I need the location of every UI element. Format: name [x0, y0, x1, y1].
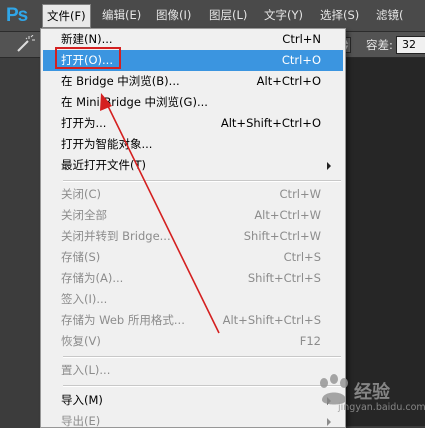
annotation-arrow	[100, 93, 220, 334]
baidu-jingyan-watermark: 经验 jingyan.baidu.com	[312, 372, 425, 422]
watermark-text: 经验	[354, 382, 390, 403]
watermark-url: jingyan.baidu.com	[338, 402, 425, 413]
